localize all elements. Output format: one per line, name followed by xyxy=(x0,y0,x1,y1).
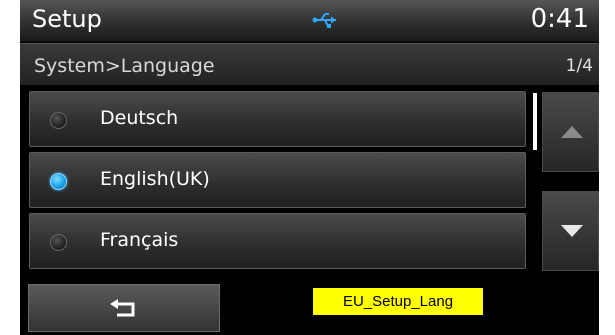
breadcrumb: System>Language xyxy=(34,55,215,77)
back-button[interactable] xyxy=(28,284,220,332)
triangle-up-icon xyxy=(561,126,583,138)
breadcrumb-bar: System>Language 1/4 xyxy=(20,43,599,85)
language-item-english-uk[interactable]: English(UK) xyxy=(29,152,526,208)
radio-button[interactable] xyxy=(50,112,67,129)
page-title: Setup xyxy=(32,5,102,33)
screen-id-tag: EU_Setup_Lang xyxy=(313,288,483,315)
setup-screen: Setup 0:41 System>Language 1/4 Deutsch E… xyxy=(0,0,615,335)
page-indicator: 1/4 xyxy=(565,56,593,76)
triangle-down-icon xyxy=(561,225,583,237)
clock: 0:41 xyxy=(530,4,589,34)
radio-button-selected[interactable] xyxy=(50,173,67,190)
right-margin xyxy=(599,0,615,335)
left-margin xyxy=(0,0,20,335)
language-item-francais[interactable]: Français xyxy=(29,213,526,269)
language-label: Deutsch xyxy=(100,107,179,129)
usb-icon xyxy=(312,13,336,28)
scroll-down-button[interactable] xyxy=(542,191,599,271)
scroll-up-button[interactable] xyxy=(542,92,599,172)
language-label: Français xyxy=(100,229,179,251)
language-label: English(UK) xyxy=(100,168,210,190)
header-bar: Setup 0:41 xyxy=(20,0,599,42)
scrollbar-thumb[interactable] xyxy=(533,93,537,150)
language-item-deutsch[interactable]: Deutsch xyxy=(29,91,526,147)
return-arrow-icon xyxy=(110,299,135,317)
radio-button[interactable] xyxy=(50,234,67,251)
